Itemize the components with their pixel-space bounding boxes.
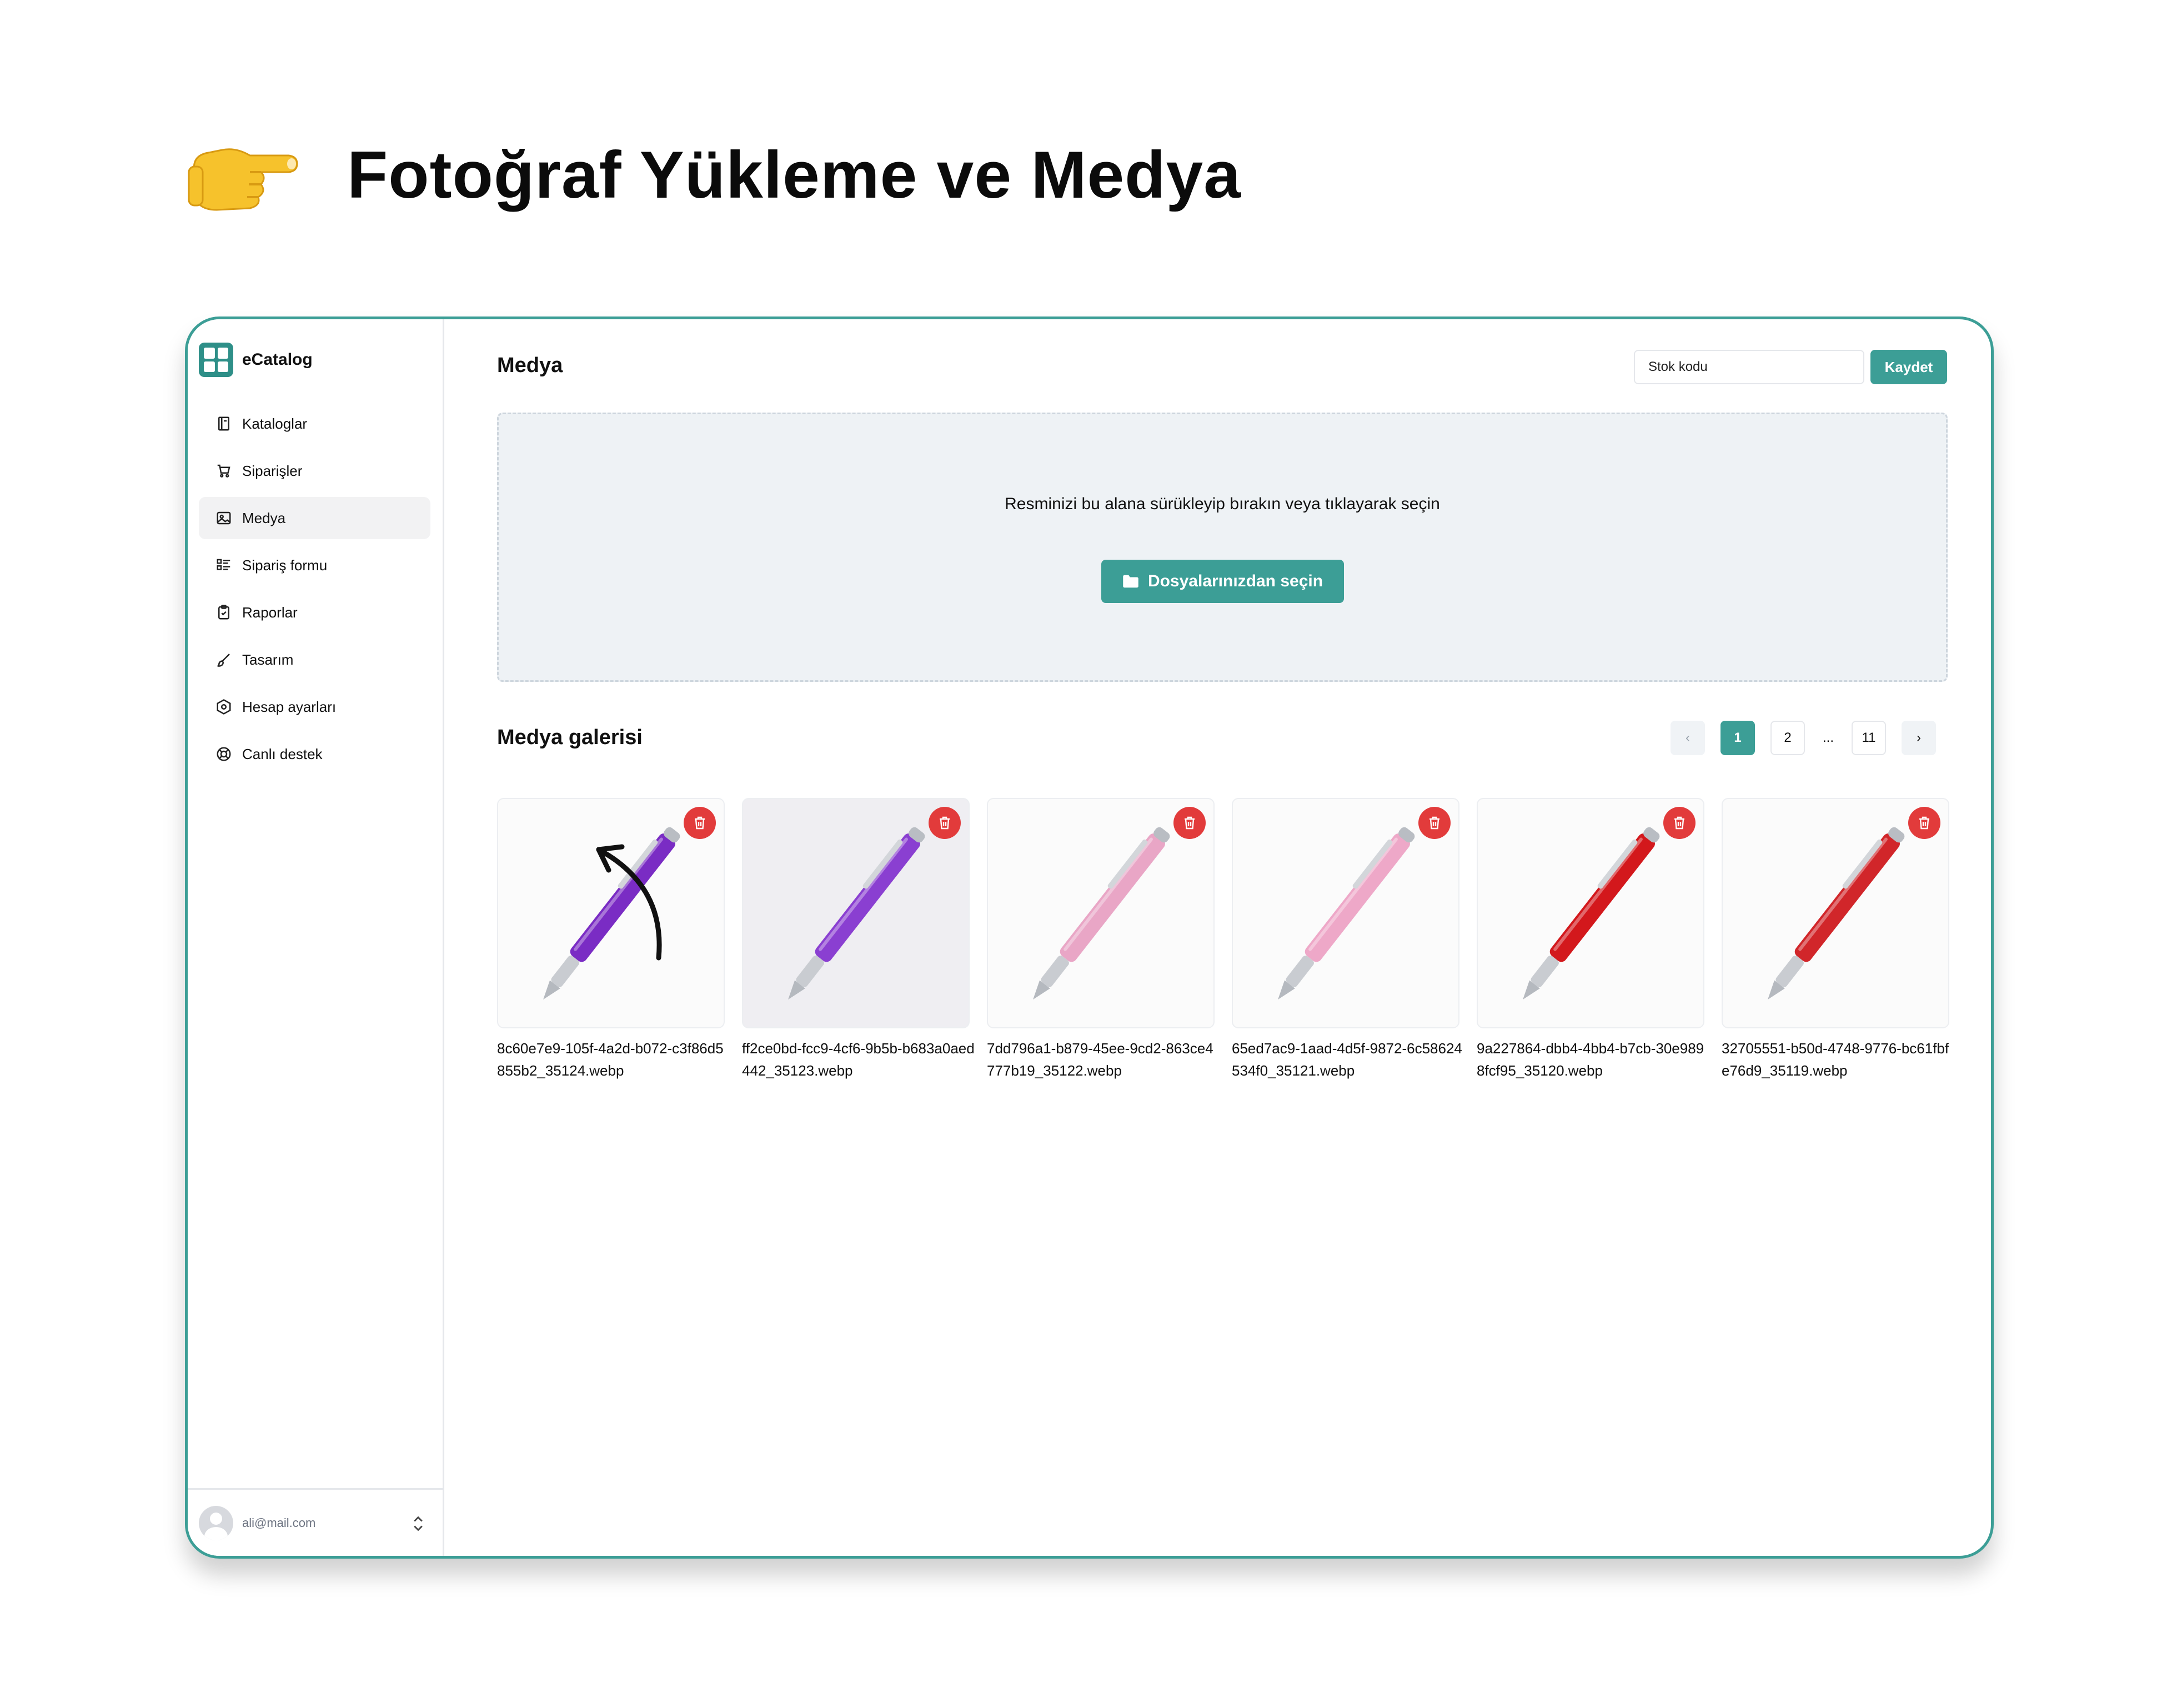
sidebar-item-raporlar[interactable]: Raporlar [199, 591, 430, 634]
sidebar-item-label: Hesap ayarları [242, 698, 337, 715]
sidebar-item-siparis-formu[interactable]: Sipariş formu [199, 544, 430, 586]
sidebar-item-kataloglar[interactable]: Kataloglar [199, 403, 430, 445]
choose-files-button[interactable]: Dosyalarınızdan seçin [1101, 560, 1344, 603]
media-card[interactable]: 32705551-b50d-4748-9776-bc61fbfe76d9_351… [1722, 798, 1949, 1082]
page-button-11[interactable]: 11 [1852, 721, 1886, 755]
media-thumbnail[interactable] [1722, 798, 1949, 1028]
media-filename: 32705551-b50d-4748-9776-bc61fbfe76d9_351… [1722, 1040, 1949, 1079]
trash-icon [1674, 816, 1684, 830]
trash-icon [1919, 816, 1929, 830]
folder-icon [1123, 575, 1138, 588]
page-button-2[interactable]: 2 [1770, 721, 1805, 755]
media-filename: 8c60e7e9-105f-4a2d-b072-c3f86d5855b2_351… [497, 1040, 724, 1079]
curved-arrow-annotation [596, 844, 662, 961]
media-thumbnail[interactable] [742, 798, 970, 1028]
choose-files-label: Dosyalarınızdan seçin [1147, 572, 1323, 590]
delete-button[interactable] [1418, 807, 1451, 839]
media-filename: 65ed7ac9-1aad-4d5f-9872-6c58624534f0_351… [1232, 1040, 1462, 1079]
lifebuoy-icon [217, 747, 231, 761]
brush-icon [217, 654, 230, 667]
media-card[interactable]: 65ed7ac9-1aad-4d5f-9872-6c58624534f0_351… [1232, 798, 1462, 1082]
brand[interactable]: eCatalog [199, 343, 313, 377]
hero-heading: Fotoğraf Yükleme ve Medya [183, 122, 1241, 228]
sidebar-item-tasarim[interactable]: Tasarım [199, 639, 430, 681]
media-filename: ff2ce0bd-fcc9-4cf6-9b5b-b683a0aed442_351… [742, 1040, 975, 1079]
form-list-icon [217, 559, 230, 570]
sidebar-item-hesap-ayarlari[interactable]: Hesap ayarları [199, 686, 430, 728]
pagination: ‹ 1 2 ... 11 › [1671, 721, 1936, 755]
sidebar-nav: Kataloglar Siparişler Medya Sipariş form… [199, 403, 430, 780]
avatar [199, 1505, 233, 1540]
trash-icon [940, 816, 950, 830]
page-title: Medya [497, 354, 563, 377]
delete-button[interactable] [1173, 807, 1206, 839]
brand-logo-icon [199, 343, 233, 377]
media-gallery-grid: 8c60e7e9-105f-4a2d-b072-c3f86d5855b2_351… [497, 798, 1949, 1082]
sidebar-item-label: Siparişler [242, 462, 303, 479]
main-content: Medya Kaydet Resminizi bu alana sürükley… [444, 319, 1991, 1556]
sidebar-item-siparisler[interactable]: Siparişler [199, 450, 430, 492]
prev-page-button[interactable]: ‹ [1671, 721, 1705, 755]
brand-name: eCatalog [242, 350, 313, 369]
sidebar-item-label: Tasarım [242, 651, 294, 668]
pointing-hand-icon [188, 148, 298, 211]
next-page-button[interactable]: › [1902, 721, 1936, 755]
delete-button[interactable] [1663, 807, 1696, 839]
sidebar: eCatalog Kataloglar Siparişler Medya Sip… [188, 319, 444, 1556]
media-thumbnail[interactable] [1477, 798, 1704, 1028]
hero-title: Fotoğraf Yükleme ve Medya [347, 138, 1241, 212]
media-card[interactable]: ff2ce0bd-fcc9-4cf6-9b5b-b683a0aed442_351… [742, 798, 975, 1082]
settings-hex-icon [217, 699, 231, 715]
delete-button[interactable] [929, 807, 961, 839]
upload-dropzone[interactable]: Resminizi bu alana sürükleyip bırakın ve… [497, 413, 1948, 682]
app-window: eCatalog Kataloglar Siparişler Medya Sip… [185, 317, 1994, 1559]
gallery-title: Medya galerisi [497, 726, 643, 749]
sidebar-item-label: Raporlar [242, 604, 298, 621]
page-button-1[interactable]: 1 [1720, 721, 1755, 755]
user-menu[interactable]: ali@mail.com [188, 1488, 443, 1556]
stock-code-input[interactable] [1634, 350, 1864, 384]
sidebar-item-medya[interactable]: Medya [199, 497, 430, 539]
chevron-up-down-icon[interactable] [410, 1514, 426, 1533]
image-icon [217, 511, 231, 525]
media-thumbnail[interactable] [1232, 798, 1459, 1028]
media-filename: 9a227864-dbb4-4bb4-b7cb-30e9898fcf95_351… [1477, 1040, 1704, 1079]
sidebar-item-label: Medya [242, 509, 286, 526]
trash-icon [1185, 816, 1195, 830]
user-email: ali@mail.com [242, 1515, 316, 1530]
pagination-ellipsis: ... [1820, 721, 1836, 755]
dropzone-text: Resminizi bu alana sürükleyip bırakın ve… [1005, 495, 1440, 513]
media-card[interactable]: 7dd796a1-b879-45ee-9cd2-863ce4777b19_351… [987, 798, 1215, 1082]
cart-icon [217, 464, 230, 478]
save-button[interactable]: Kaydet [1870, 350, 1947, 384]
clipboard-icon [218, 605, 229, 620]
sidebar-item-label: Kataloglar [242, 415, 308, 432]
sidebar-item-label: Sipariş formu [242, 556, 328, 574]
delete-button[interactable] [684, 807, 716, 839]
delete-button[interactable] [1908, 807, 1940, 839]
book-icon [218, 416, 229, 431]
media-thumbnail[interactable] [987, 798, 1215, 1028]
trash-icon [695, 816, 705, 830]
sidebar-item-label: Canlı destek [242, 745, 323, 762]
media-filename: 7dd796a1-b879-45ee-9cd2-863ce4777b19_351… [987, 1040, 1213, 1079]
media-card[interactable]: 9a227864-dbb4-4bb4-b7cb-30e9898fcf95_351… [1477, 798, 1704, 1082]
trash-icon [1429, 816, 1439, 830]
sidebar-item-canli-destek[interactable]: Canlı destek [199, 733, 430, 775]
